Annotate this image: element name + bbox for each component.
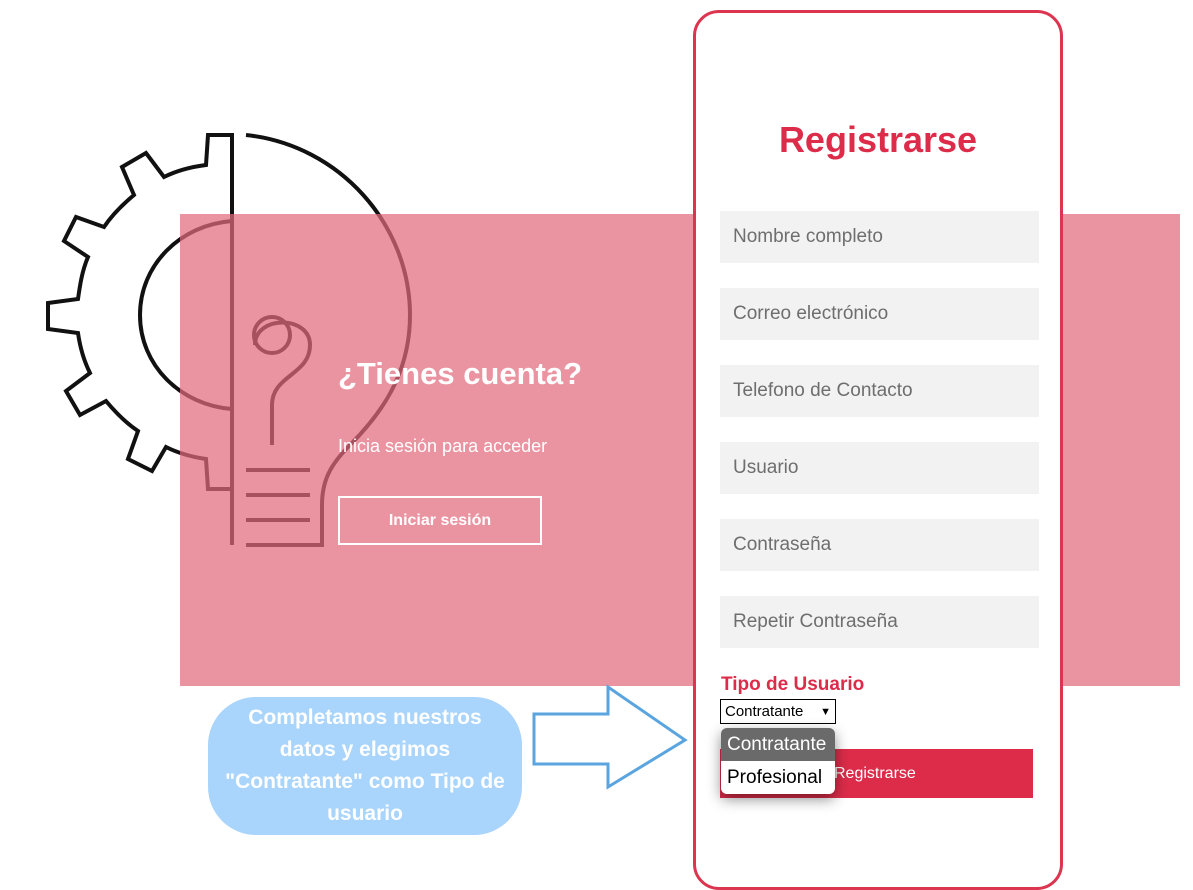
annotation-callout: Completamos nuestros datos y elegimos "C… [208, 697, 522, 835]
email-input[interactable] [720, 288, 1039, 340]
password-input[interactable] [720, 519, 1039, 571]
login-title: ¿Tienes cuenta? [338, 356, 583, 391]
user-type-dropdown-list: Contratante Profesional [721, 728, 835, 794]
user-type-option-profesional[interactable]: Profesional [721, 761, 835, 794]
chevron-down-icon: ▼ [820, 705, 831, 718]
full-name-input[interactable] [720, 211, 1039, 263]
user-type-select[interactable]: Contratante ▼ [720, 699, 836, 724]
login-button[interactable]: Iniciar sesión [338, 496, 542, 545]
repeat-password-input[interactable] [720, 596, 1039, 648]
user-type-selected-value: Contratante [725, 703, 804, 720]
login-subtitle: Inicia sesión para acceder [338, 436, 548, 456]
phone-input[interactable] [720, 365, 1039, 417]
user-type-label: Tipo de Usuario [721, 674, 865, 695]
register-title: Registrarse [778, 119, 978, 160]
user-type-option-contratante[interactable]: Contratante [721, 728, 835, 761]
username-input[interactable] [720, 442, 1039, 494]
right-arrow-outline-icon [532, 684, 688, 790]
